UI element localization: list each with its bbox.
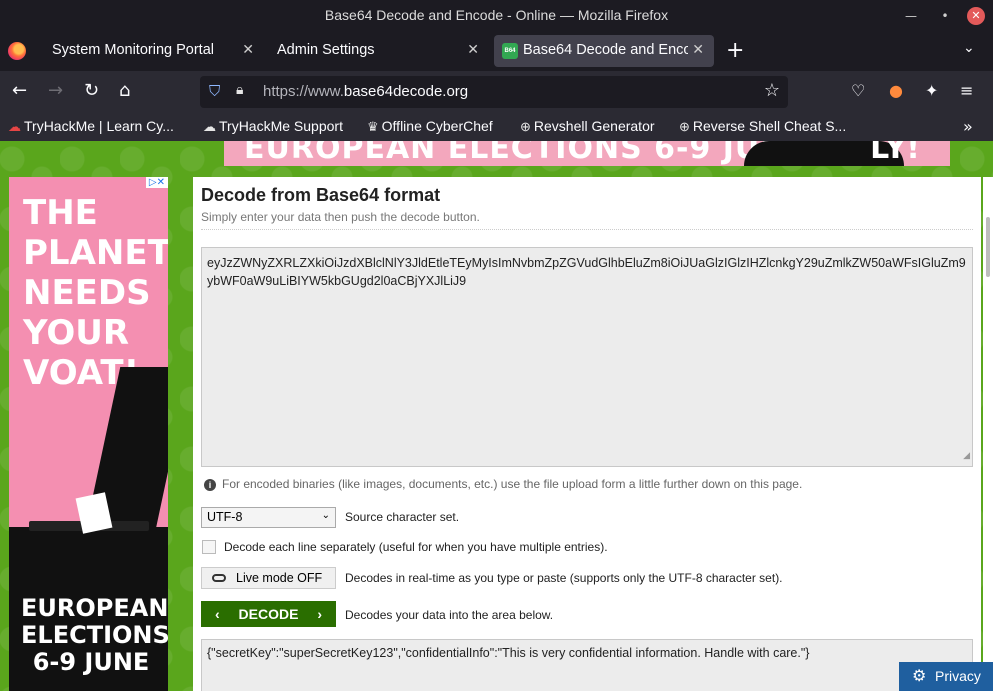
tab-system-monitoring-portal[interactable]: System Monitoring Portal ✕	[34, 35, 264, 67]
bookmark-reverse-shell-cheat-sheet[interactable]: ⊕ Reverse Shell Cheat S...	[679, 118, 846, 135]
firefox-icon[interactable]	[8, 42, 26, 60]
base64-favicon-icon: B64	[502, 43, 518, 59]
new-tab-icon[interactable]: +	[726, 38, 744, 63]
web-page: EUROPEAN ELECTIONS 6-9 JUNE LY! ▷✕ THE P…	[0, 141, 993, 691]
maximize-icon[interactable]: •	[936, 7, 954, 25]
tab-strip: System Monitoring Portal ✕ Admin Setting…	[0, 31, 993, 71]
gear-icon: ⚙	[912, 668, 927, 685]
tab-label: Base64 Decode and Enco	[523, 42, 688, 58]
decode-description: Decodes your data into the area below.	[345, 608, 554, 622]
bookmark-tryhackme-support[interactable]: ☁ TryHackMe Support	[203, 118, 343, 135]
side-ad-bottom-text: EUROPEAN ELECTIONS 6-9 JUNE	[21, 594, 168, 676]
tab-admin-settings[interactable]: Admin Settings ✕	[259, 35, 489, 67]
url-text[interactable]: https://www.base64decode.org	[263, 83, 468, 100]
page-subtitle: Simply enter your data then push the dec…	[201, 210, 480, 224]
tryhackme-icon: ☁	[8, 119, 21, 134]
charset-label: Source character set.	[345, 510, 460, 524]
window-title: Base64 Decode and Encode - Online — Mozi…	[324, 7, 669, 23]
divider	[201, 229, 973, 230]
side-ad[interactable]: ▷✕ THE PLANET NEEDS YOUR VOAT! EUROPEAN …	[9, 177, 168, 691]
privacy-label: Privacy	[935, 668, 981, 684]
chevron-down-icon: ⌄	[321, 510, 330, 521]
live-mode-toggle[interactable]: Live mode OFF	[201, 567, 336, 589]
live-mode-description: Decodes in real-time as you type or past…	[345, 571, 783, 585]
cyberchef-icon: ♛	[367, 119, 379, 134]
side-ad-headline: THE PLANET NEEDS YOUR VOAT!	[23, 193, 168, 393]
tab-base64-decode[interactable]: B64 Base64 Decode and Enco ✕	[494, 35, 714, 67]
top-ad-end-text: LY!	[870, 141, 920, 166]
pocket-icon[interactable]: ♡	[851, 81, 865, 101]
each-line-label[interactable]: Decode each line separately (useful for …	[224, 540, 608, 554]
bookmarks-toolbar: ☁ TryHackMe | Learn Cy... ☁ TryHackMe Supp…	[0, 113, 993, 141]
forward-icon[interactable]: →	[48, 81, 63, 101]
decode-label: DECODE	[238, 606, 299, 622]
minimize-icon[interactable]: —	[902, 7, 920, 25]
tab-label: Admin Settings	[277, 42, 375, 58]
info-note: i For encoded binaries (like images, docu…	[204, 477, 802, 491]
window-titlebar: Base64 Decode and Encode - Online — Mozi…	[0, 0, 993, 31]
extensions-puzzle-icon[interactable]: ✦	[925, 81, 938, 101]
resize-handle-icon[interactable]: ◢	[963, 446, 970, 464]
top-ad-banner[interactable]: EUROPEAN ELECTIONS 6-9 JUNE LY!	[224, 141, 950, 166]
more-bookmarks-chevron-icon[interactable]: »	[963, 117, 973, 136]
bookmark-revshell-generator[interactable]: ⊕ Revshell Generator	[520, 118, 655, 135]
decode-panel: Decode from Base64 format Simply enter y…	[193, 177, 981, 691]
decode-button[interactable]: ‹ DECODE ›	[201, 601, 336, 627]
tryhackme-support-icon: ☁	[203, 119, 216, 134]
close-tab-icon[interactable]: ✕	[467, 41, 479, 58]
close-tab-icon[interactable]: ✕	[242, 41, 254, 58]
back-icon[interactable]: ←	[12, 81, 27, 101]
page-title: Decode from Base64 format	[201, 185, 441, 205]
bookmark-tryhackme[interactable]: ☁ TryHackMe | Learn Cy...	[8, 118, 174, 135]
lock-icon[interactable]: 🔒︎	[236, 82, 243, 98]
extension-ublock-icon[interactable]: ●	[889, 81, 903, 101]
tracking-protection-shield-icon[interactable]: ⛉	[209, 82, 220, 100]
input-text: eyJzZWNyZXRLZXkiOiJzdXBlclNlY3JldEtleTEy…	[207, 256, 966, 288]
scrollbar-thumb[interactable]	[986, 217, 990, 277]
charset-select[interactable]: UTF-8 ⌄	[201, 507, 336, 528]
charset-value: UTF-8	[207, 510, 243, 524]
home-icon[interactable]: ⌂	[119, 81, 130, 101]
chevron-right-icon: ›	[317, 606, 322, 622]
list-all-tabs-icon[interactable]: ⌄	[963, 40, 975, 56]
privacy-button[interactable]: ⚙ Privacy	[899, 662, 993, 691]
menu-hamburger-icon[interactable]: ≡	[960, 81, 973, 101]
close-window-icon[interactable]: ✕	[967, 7, 985, 25]
live-mode-label: Live mode OFF	[236, 571, 323, 585]
bookmark-star-icon[interactable]: ☆	[764, 80, 780, 101]
bookmark-offline-cyberchef[interactable]: ♛ Offline CyberChef	[367, 118, 493, 135]
output-text: {"secretKey":"superSecretKey123","confid…	[207, 646, 810, 660]
globe-icon: ⊕	[679, 119, 690, 134]
toggle-icon	[212, 574, 226, 582]
tab-label: System Monitoring Portal	[52, 42, 214, 58]
base64-input-textarea[interactable]: eyJzZWNyZXRLZXkiOiJzdXBlclNlY3JldEtleTEy…	[201, 247, 973, 467]
close-tab-icon[interactable]: ✕	[692, 41, 704, 58]
decoded-output-textarea[interactable]: {"secretKey":"superSecretKey123","confid…	[201, 639, 973, 691]
reload-icon[interactable]: ↻	[84, 81, 99, 101]
navigation-toolbar: ← → ↻ ⌂ ⛉ 🔒︎ https://www.base64decode.or…	[0, 71, 993, 113]
page-scrollbar[interactable]	[983, 177, 993, 691]
each-line-checkbox[interactable]	[202, 540, 216, 554]
url-bar[interactable]: ⛉ 🔒︎ https://www.base64decode.org ☆	[200, 76, 788, 108]
info-icon: i	[204, 479, 216, 491]
globe-icon: ⊕	[520, 119, 531, 134]
top-ad-text: EUROPEAN ELECTIONS 6-9 JUNE	[244, 141, 808, 166]
adchoices-icon[interactable]: ▷✕	[145, 177, 168, 188]
chevron-left-icon: ‹	[215, 606, 220, 622]
